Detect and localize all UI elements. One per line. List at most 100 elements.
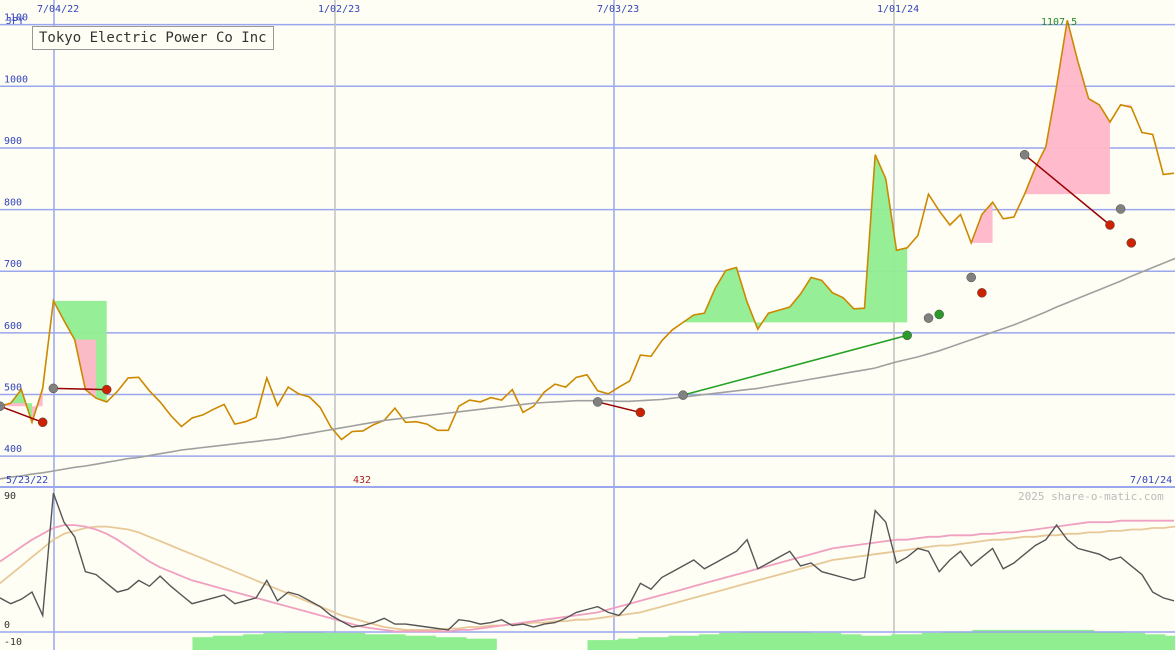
trade-marker xyxy=(592,397,603,407)
trade-marker xyxy=(934,309,944,320)
oscillator-line xyxy=(0,492,1175,631)
volume-bar xyxy=(1154,634,1166,650)
x-tick-label: 1/02/23 xyxy=(318,4,360,15)
price-chart: 40050060070080090010001100JPY7/04/22 1/02… xyxy=(0,0,1175,650)
volume-bar xyxy=(1114,631,1125,650)
volume-bar xyxy=(202,637,214,650)
trade-marker xyxy=(1105,220,1115,230)
osc-tick-label: 0 xyxy=(4,620,10,631)
main-panel-bg xyxy=(0,0,1175,487)
volume-bar xyxy=(324,632,335,650)
volume-bar xyxy=(1134,632,1146,650)
volume-bar xyxy=(668,635,680,650)
trade-marker xyxy=(1126,238,1137,248)
trade-marker xyxy=(678,390,688,400)
volume-bar xyxy=(1093,631,1105,650)
volume-bar xyxy=(658,637,670,650)
volume-bar xyxy=(709,634,720,650)
volume-bar xyxy=(648,637,659,650)
volume-bar xyxy=(263,632,274,650)
volume-bar xyxy=(972,629,984,650)
volume-bar xyxy=(344,632,356,650)
volume-bar xyxy=(1144,634,1156,650)
volume-bar xyxy=(1104,631,1115,650)
volume-bar xyxy=(739,631,751,650)
volume-bar xyxy=(769,631,781,650)
x-tick-label: 7/04/22 xyxy=(37,4,79,15)
volume-bar xyxy=(779,631,791,650)
volume-bar xyxy=(415,635,426,650)
volume-bar xyxy=(1023,629,1034,650)
volume-bar xyxy=(587,640,599,650)
volume-bar xyxy=(334,632,345,650)
volume-bar xyxy=(992,629,1004,650)
volume-bar xyxy=(212,635,224,650)
volume-bar xyxy=(1164,635,1175,650)
volume-bar xyxy=(314,631,325,650)
volume-bar xyxy=(688,635,700,650)
y-tick-label: 600 xyxy=(4,321,22,332)
volume-bar xyxy=(1043,629,1054,650)
volume-bar xyxy=(354,632,366,650)
volume-bar xyxy=(425,635,437,650)
volume-bar xyxy=(293,631,305,650)
volume-bar xyxy=(810,632,821,650)
volume-bar xyxy=(607,640,619,650)
volume-bar xyxy=(952,631,963,650)
volume-bar xyxy=(982,629,994,650)
trade-marker xyxy=(966,272,976,283)
trade-marker xyxy=(902,330,912,341)
y-tick-label: 400 xyxy=(4,444,22,455)
chart-title: Tokyo Electric Power Co Inc xyxy=(32,26,274,50)
trade-marker xyxy=(1115,204,1126,214)
start-date-label: 5/23/22 xyxy=(6,475,48,486)
volume-bar xyxy=(465,638,477,650)
volume-bar xyxy=(253,634,264,650)
y-tick-label: 800 xyxy=(4,198,22,209)
y-tick-label: 700 xyxy=(4,259,22,270)
volume-bar xyxy=(303,631,315,650)
volume-bar xyxy=(283,631,295,650)
volume-bar xyxy=(638,637,649,650)
osc-tick-label: -10 xyxy=(4,637,22,648)
volume-bar xyxy=(374,634,386,650)
y-tick-label: 900 xyxy=(4,136,22,147)
trade-marker xyxy=(635,407,646,418)
watermark: 2025 share-o-matic.com xyxy=(1018,490,1164,503)
trade-marker xyxy=(48,383,59,394)
volume-bar xyxy=(931,632,943,650)
volume-bar xyxy=(891,634,903,650)
volume-bar xyxy=(881,635,892,650)
volume-bar xyxy=(273,632,285,650)
volume-bar xyxy=(486,638,497,650)
volume-bar xyxy=(800,631,811,650)
volume-bar xyxy=(476,638,487,650)
volume-bar xyxy=(628,638,639,650)
x-tick-label: 1/01/24 xyxy=(877,4,919,15)
end-date-label: 7/01/24 xyxy=(1130,475,1172,486)
volume-bar xyxy=(243,634,254,650)
trade-marker xyxy=(37,417,48,428)
volume-bar xyxy=(860,635,872,650)
volume-bar xyxy=(232,635,244,650)
volume-bar xyxy=(850,634,862,650)
volume-bar xyxy=(222,635,234,650)
volume-bar xyxy=(678,635,690,650)
volume-bar xyxy=(1073,629,1085,650)
volume-bar xyxy=(911,634,923,650)
volume-bar xyxy=(840,634,852,650)
trade-marker xyxy=(923,313,934,323)
volume-bar xyxy=(1124,632,1135,650)
y-tick-label: 1000 xyxy=(4,74,28,85)
volume-bar xyxy=(729,632,740,650)
volume-bar xyxy=(921,632,933,650)
volume-bar xyxy=(962,631,973,650)
min-price-label: 432 xyxy=(353,475,371,486)
trade-marker xyxy=(977,288,987,298)
volume-bar xyxy=(1033,629,1044,650)
y-axis-unit: JPY xyxy=(6,16,24,27)
volume-bar xyxy=(1083,629,1095,650)
volume-bar xyxy=(192,637,204,650)
volume-bar xyxy=(820,632,832,650)
volume-bar xyxy=(1012,629,1024,650)
